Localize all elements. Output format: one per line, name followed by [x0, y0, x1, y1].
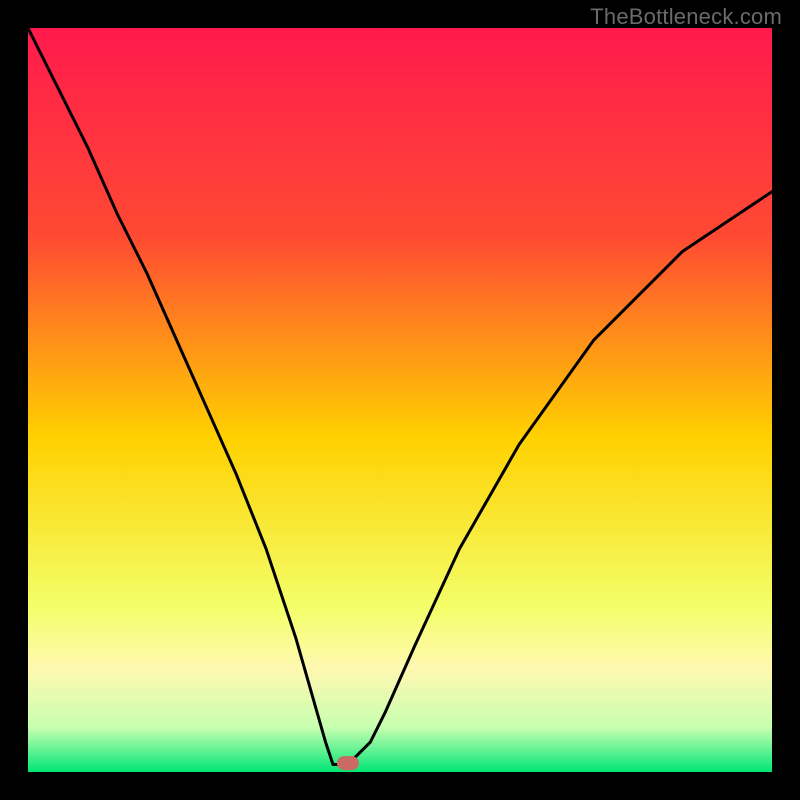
watermark-text: TheBottleneck.com [590, 4, 782, 30]
optimal-marker [337, 756, 359, 770]
chart-frame: TheBottleneck.com [0, 0, 800, 800]
chart-svg [28, 28, 772, 772]
plot-area [28, 28, 772, 772]
